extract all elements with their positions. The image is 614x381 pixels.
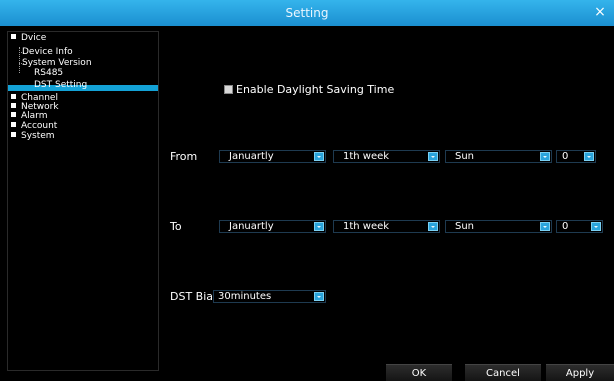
to-month-value: Januartly xyxy=(229,221,274,232)
chevron-down-icon[interactable] xyxy=(540,222,550,231)
setting-window: Setting × Dvice Device Info System Versi… xyxy=(0,0,614,381)
tree-item-device[interactable]: Dvice xyxy=(11,34,46,43)
tree-item-dst-setting-label: DST Setting xyxy=(34,80,88,90)
to-month-select[interactable]: Januartly xyxy=(219,220,326,233)
to-day-select[interactable]: Sun xyxy=(445,220,552,233)
tree-connector xyxy=(19,47,20,73)
enable-dst-checkbox[interactable]: Enable Daylight Saving Time xyxy=(224,83,394,97)
window-title: Setting xyxy=(285,6,329,20)
expand-icon[interactable] xyxy=(11,132,16,137)
chevron-down-icon[interactable] xyxy=(314,292,324,301)
from-hour-select[interactable]: 0 xyxy=(556,150,596,163)
title-bar: Setting × xyxy=(0,0,614,26)
tree-item-system[interactable]: System xyxy=(11,132,55,141)
dst-bias-label: DST Bias xyxy=(170,290,219,303)
from-month-value: Januartly xyxy=(229,151,274,162)
tree-item-alarm-label: Alarm xyxy=(21,111,48,121)
close-icon[interactable]: × xyxy=(590,1,610,23)
to-label: To xyxy=(170,220,182,233)
from-day-value: Sun xyxy=(455,151,475,162)
chevron-down-icon[interactable] xyxy=(584,152,594,161)
apply-button[interactable]: Apply xyxy=(546,364,614,381)
from-week-value: 1th week xyxy=(343,151,390,162)
tree-item-rs485[interactable]: RS485 xyxy=(34,69,63,78)
chevron-down-icon[interactable] xyxy=(591,222,601,231)
to-hour-select[interactable]: 0 xyxy=(556,220,603,233)
tree-item-device-label: Dvice xyxy=(21,33,47,43)
tree-item-device-info[interactable]: Device Info xyxy=(22,48,73,57)
tree-item-system-version[interactable]: System Version xyxy=(22,59,92,68)
dst-bias-select[interactable]: 30minutes xyxy=(213,290,326,303)
tree-item-system-label: System xyxy=(21,131,55,141)
collapse-icon[interactable] xyxy=(11,34,16,39)
from-label: From xyxy=(170,150,198,163)
tree-item-account-label: Account xyxy=(21,121,58,131)
expand-icon[interactable] xyxy=(11,94,16,99)
enable-dst-label: Enable Daylight Saving Time xyxy=(236,83,395,96)
to-week-value: 1th week xyxy=(343,221,390,232)
expand-icon[interactable] xyxy=(11,112,16,117)
chevron-down-icon[interactable] xyxy=(314,152,324,161)
expand-icon[interactable] xyxy=(11,122,16,127)
cancel-button[interactable]: Cancel xyxy=(465,364,541,381)
chevron-down-icon[interactable] xyxy=(428,222,438,231)
to-day-value: Sun xyxy=(455,221,475,232)
from-month-select[interactable]: Januartly xyxy=(219,150,326,163)
expand-icon[interactable] xyxy=(11,103,16,108)
from-day-select[interactable]: Sun xyxy=(445,150,552,163)
dst-bias-value: 30minutes xyxy=(218,291,272,302)
ok-button[interactable]: OK xyxy=(386,364,452,381)
tree-item-alarm[interactable]: Alarm xyxy=(11,112,47,121)
tree-item-account[interactable]: Account xyxy=(11,122,57,131)
chevron-down-icon[interactable] xyxy=(314,222,324,231)
from-week-select[interactable]: 1th week xyxy=(333,150,440,163)
chevron-down-icon[interactable] xyxy=(428,152,438,161)
to-hour-value: 0 xyxy=(562,221,569,232)
from-hour-value: 0 xyxy=(562,151,569,162)
chevron-down-icon[interactable] xyxy=(540,152,550,161)
to-week-select[interactable]: 1th week xyxy=(333,220,440,233)
checkbox-icon[interactable] xyxy=(224,85,233,94)
